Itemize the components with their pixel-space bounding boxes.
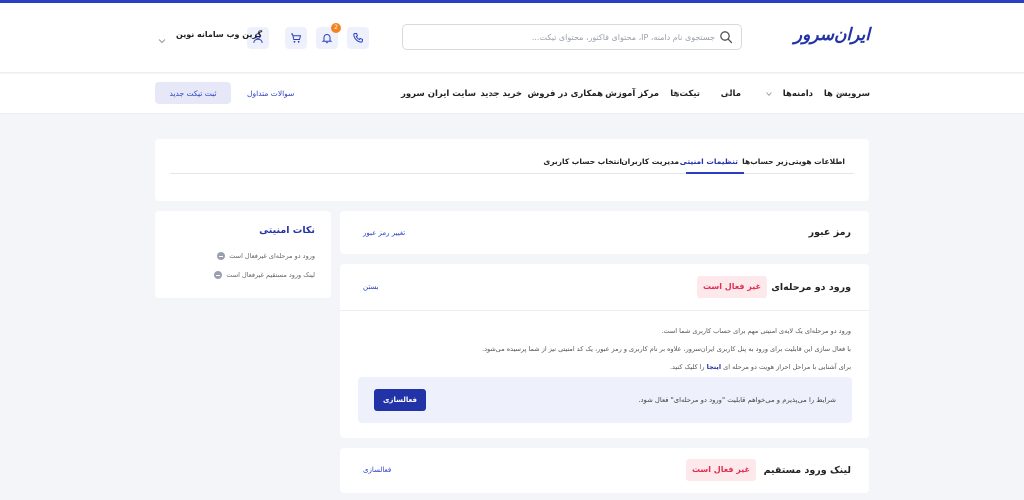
nav-item-affiliate[interactable]: همکاری در فروش — [528, 89, 603, 99]
two-factor-description: ورود دو مرحله‌ای یک لایه‌ی امنیتی مهم بر… — [661, 327, 851, 335]
nav-item-iranserver-site[interactable]: سایت ایران سرور — [401, 89, 476, 99]
guide-text-after: را کلیک کنید. — [669, 363, 705, 371]
two-factor-description: با فعال سازی این قابلیت برای ورود به پنل… — [482, 345, 851, 353]
tip-item: ورود دو مرحله‌ای غیرفعال است — [217, 252, 315, 260]
status-badge: غیر فعال است — [696, 276, 767, 298]
search-icon — [720, 31, 733, 44]
faq-link[interactable]: سوالات متداول — [247, 89, 294, 98]
chevron-down-icon[interactable] — [158, 38, 166, 44]
cart-button[interactable] — [285, 27, 307, 49]
guide-text-before: برای آشنایی با مراحل احراز هویت دو مرحله… — [723, 363, 851, 371]
username[interactable]: گرین وب سامانه نوین — [176, 30, 262, 39]
nav-item-services[interactable]: سرویس ها — [824, 89, 870, 99]
security-tips-card: نکات امنیتی ورود دو مرحله‌ای غیرفعال است… — [155, 211, 331, 298]
nav-item-domains[interactable]: دامنه‌ها — [783, 89, 813, 99]
close-link[interactable]: بستن — [363, 283, 379, 291]
activate-direct-login-link[interactable]: فعالسازی — [363, 466, 391, 474]
chevron-down-icon — [766, 92, 772, 96]
bell-icon — [321, 33, 333, 44]
terms-box: شرایط را می‌پذیرم و می‌خواهم قابلیت "ورو… — [358, 377, 852, 423]
two-factor-card: ورود دو مرحله‌ای غیر فعال است بستن ورود … — [340, 264, 869, 438]
tip-text: لینک ورود مستقیم غیرفعال است — [226, 271, 315, 279]
main-nav: سرویس ها دامنه‌ها مالی تیکت‌ها مرکز آموز… — [0, 74, 1024, 114]
active-tab-indicator — [686, 172, 744, 174]
phone-button[interactable] — [347, 27, 369, 49]
security-tips-title: نکات امنیتی — [259, 225, 315, 236]
guide-here-link[interactable]: اینجا — [707, 363, 721, 371]
tab-identity-info[interactable]: اطلاعات هویتی — [788, 157, 845, 166]
chevron-down-icon — [726, 92, 732, 96]
cart-icon — [291, 33, 302, 43]
status-badge: غیر فعال است — [685, 459, 756, 481]
divider — [340, 310, 869, 311]
tab-security-settings[interactable]: تنظیمات امنیتی — [680, 157, 738, 166]
notification-count-badge: 2 — [331, 23, 341, 33]
tip-item: لینک ورود مستقیم غیرفعال است — [214, 271, 315, 279]
search-input[interactable] — [415, 29, 715, 45]
terms-text: شرایط را می‌پذیرم و می‌خواهم قابلیت "ورو… — [638, 396, 836, 404]
password-card: رمز عبور تغییر رمز عبور — [340, 211, 869, 254]
tip-text: ورود دو مرحله‌ای غیرفعال است — [229, 252, 315, 260]
tab-select-account[interactable]: انتخاب حساب کاربری — [543, 157, 622, 166]
chevron-down-icon — [673, 92, 679, 96]
change-password-link[interactable]: تغییر رمز عبور — [363, 229, 405, 237]
new-ticket-button[interactable]: ثبت تیکت جدید — [155, 82, 231, 104]
direct-login-title: لینک ورود مستقیم — [763, 465, 851, 476]
two-factor-title: ورود دو مرحله‌ای — [771, 282, 851, 293]
header: ایران‌سرور 2 گرین وب سامانه نوین — [0, 3, 1024, 73]
tabs-divider — [170, 173, 854, 174]
search-box[interactable] — [402, 24, 742, 50]
nav-item-learning-center[interactable]: مرکز آموزش — [605, 89, 659, 99]
password-title: رمز عبور — [808, 227, 851, 238]
phone-icon — [353, 33, 363, 43]
two-factor-guide-text: برای آشنایی با مراحل احراز هویت دو مرحله… — [670, 363, 851, 371]
direct-login-card: لینک ورود مستقیم غیر فعال است فعالسازی — [340, 448, 869, 493]
notifications-button[interactable]: 2 — [316, 23, 341, 49]
chevron-down-icon — [489, 92, 495, 96]
minus-circle-icon — [217, 252, 226, 260]
minus-circle-icon — [214, 271, 223, 279]
activate-two-factor-button[interactable]: فعالسازی — [374, 389, 426, 411]
tab-subaccounts[interactable]: زیر حساب‌ها — [742, 157, 788, 166]
account-tabs-card: اطلاعات هویتی زیر حساب‌ها تنظیمات امنیتی… — [155, 139, 869, 201]
chevron-down-icon — [837, 92, 843, 96]
tab-user-management[interactable]: مدیریت کاربران — [621, 157, 679, 166]
nav-item-new-purchase[interactable]: خرید جدید — [480, 89, 522, 99]
logo[interactable]: ایران‌سرور — [794, 25, 871, 45]
